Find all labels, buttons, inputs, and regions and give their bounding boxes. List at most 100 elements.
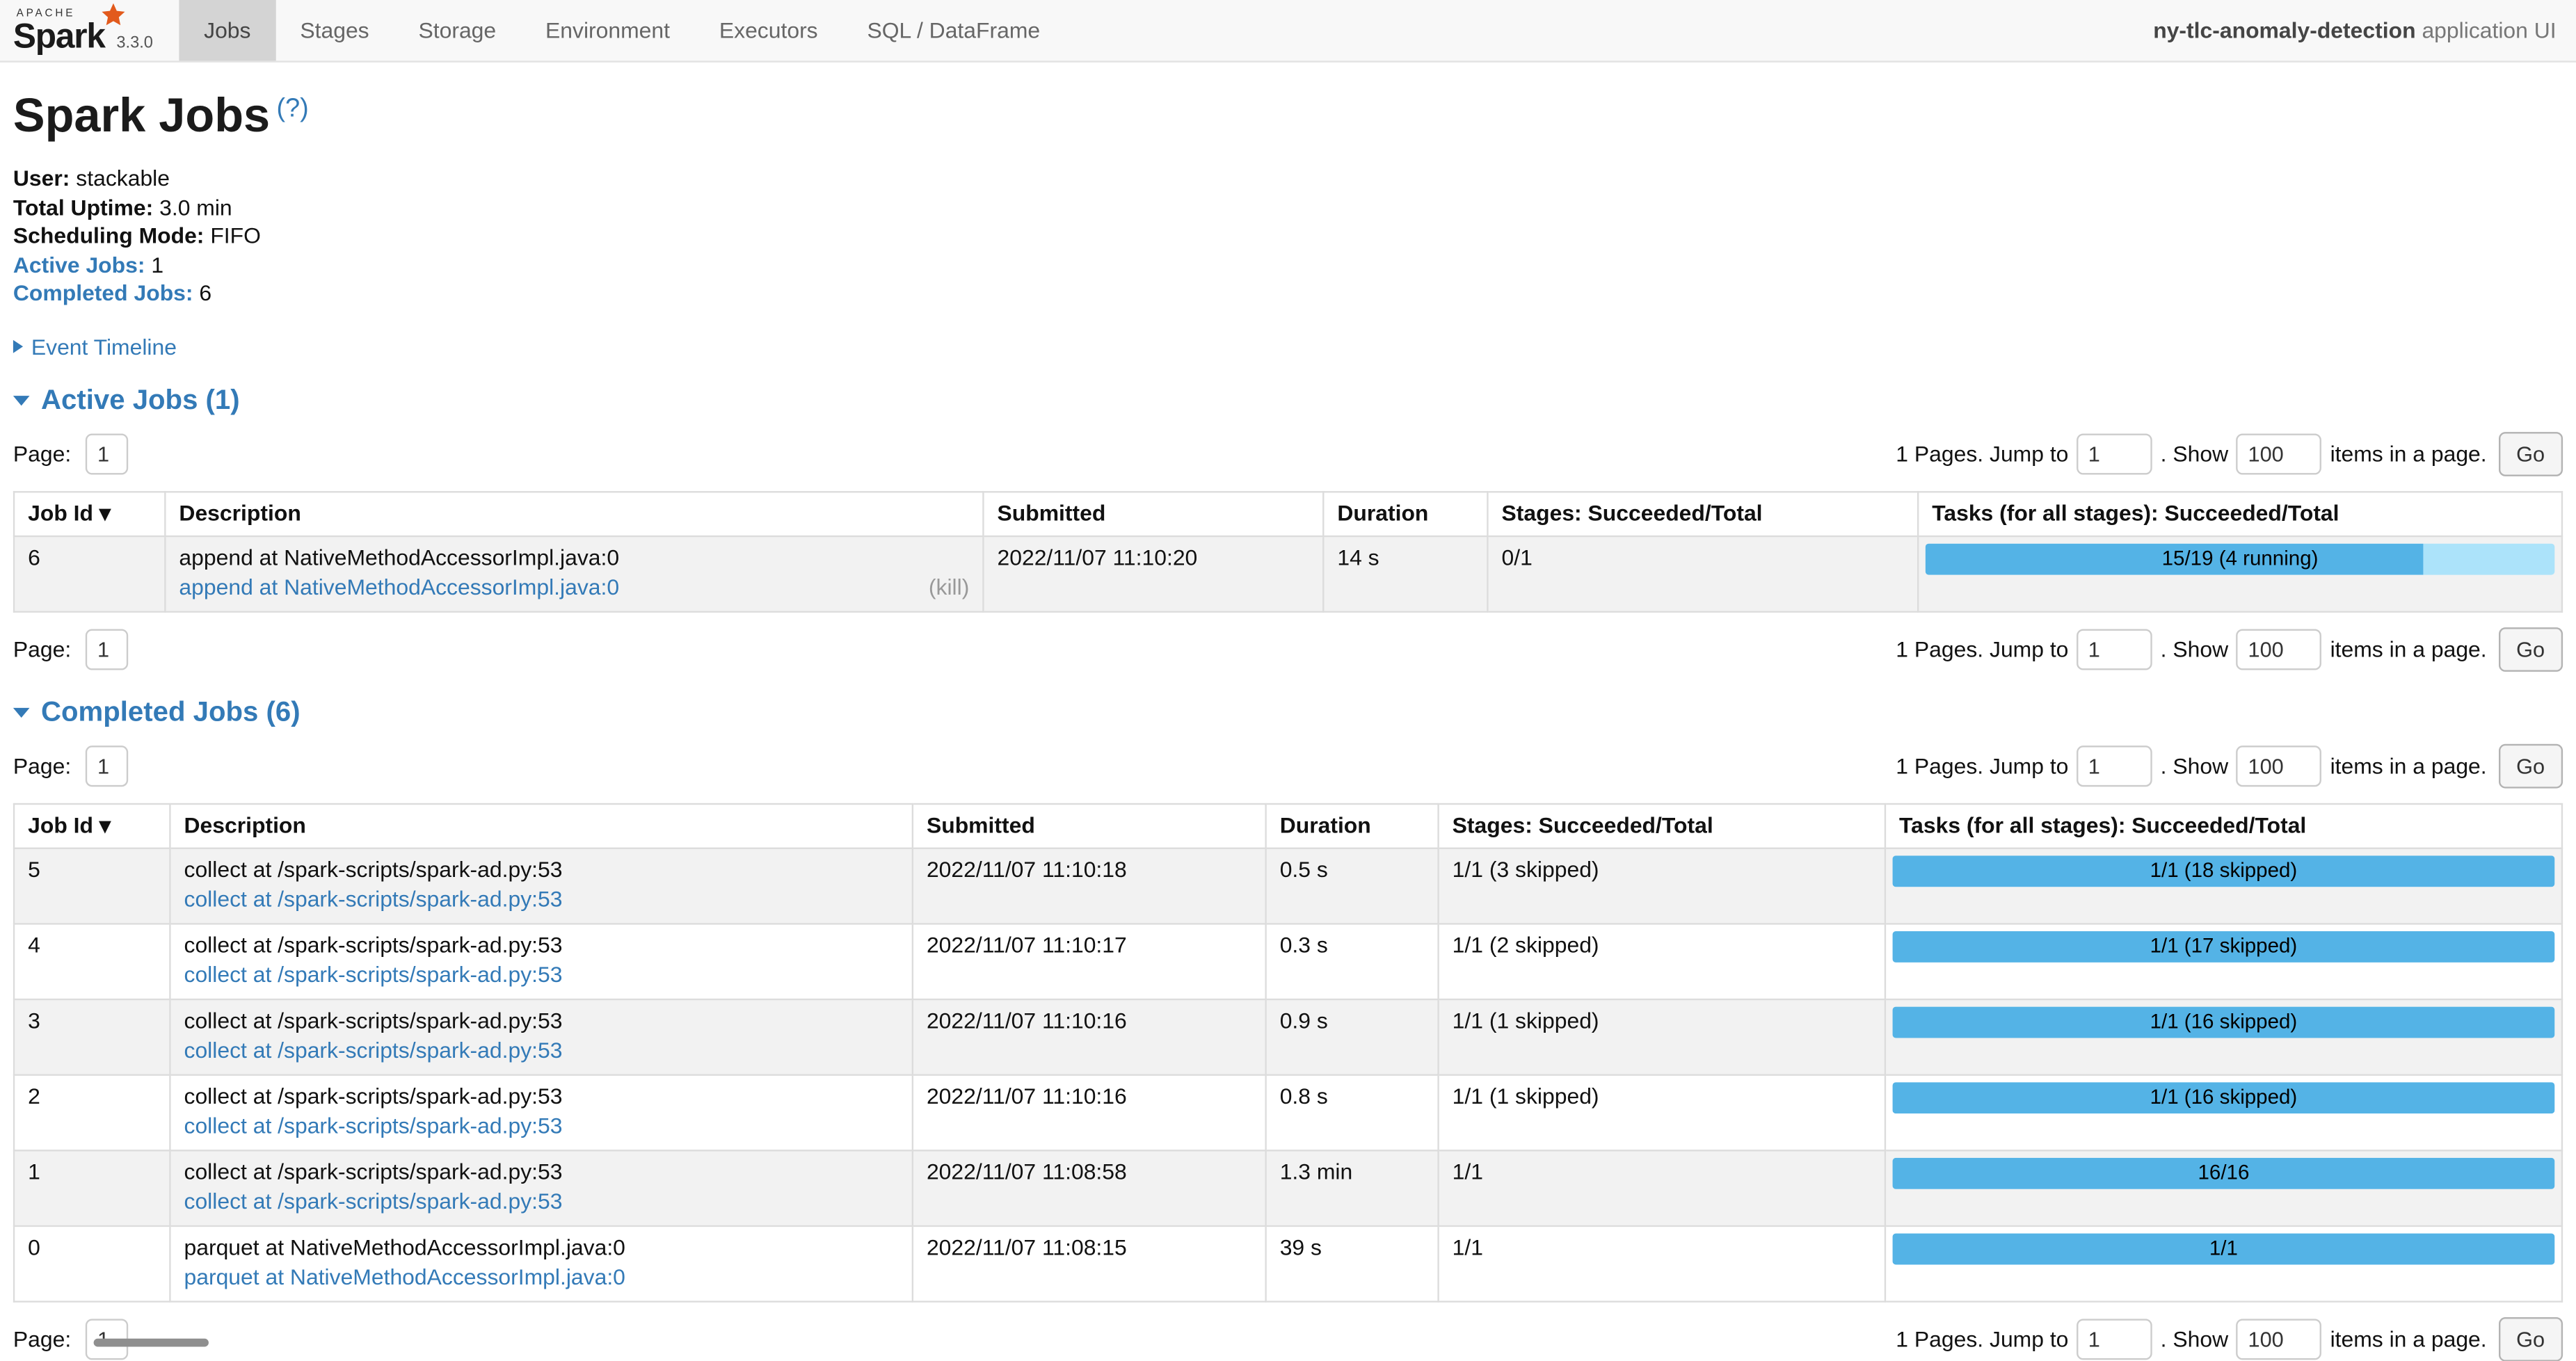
jump-to-page-input[interactable]: [2077, 433, 2152, 474]
pagination-bar: Page: 1 Pages. Jump to . Show items in a…: [13, 743, 2563, 788]
completed-jobs-heading[interactable]: Completed Jobs (6): [13, 695, 2563, 728]
completed-job-row: 1 collect at /spark-scripts/spark-ad.py:…: [14, 1150, 2562, 1225]
completed-jobs-table: Job Id ▾ Description Submitted Duration …: [13, 803, 2563, 1302]
description-cell: collect at /spark-scripts/spark-ad.py:53…: [170, 848, 912, 924]
items-per-page-input[interactable]: [2237, 1318, 2322, 1359]
kill-link[interactable]: (kill): [929, 575, 969, 602]
active-job-row: 6 append at NativeMethodAccessorImpl.jav…: [14, 535, 2562, 611]
col-submitted[interactable]: Submitted: [913, 803, 1266, 848]
active-jobs-link[interactable]: Active Jobs:: [13, 252, 145, 277]
job-id-cell: 6: [14, 535, 165, 611]
application-label: ny-tlc-anomaly-detection application UI: [2153, 18, 2576, 42]
stages-cell: 1/1 (1 skipped): [1439, 1074, 1885, 1150]
spark-logo[interactable]: APACHE Spark 3.3.0: [0, 0, 163, 61]
progress-label: 16/16: [1893, 1157, 2555, 1189]
jump-to-page-input[interactable]: [2077, 745, 2152, 786]
col-duration[interactable]: Duration: [1323, 491, 1487, 535]
items-text: items in a page.: [2330, 753, 2487, 778]
progress-label: 15/19 (4 running): [1926, 543, 2554, 574]
page-number-input[interactable]: [86, 433, 128, 474]
pages-count-text: 1 Pages. Jump to: [1896, 1326, 2068, 1351]
tab-environment[interactable]: Environment: [521, 0, 695, 61]
job-description: parquet at NativeMethodAccessorImpl.java…: [184, 1234, 899, 1262]
progress-label: 1/1 (18 skipped): [1893, 855, 2555, 886]
job-description-link[interactable]: parquet at NativeMethodAccessorImpl.java…: [184, 1264, 625, 1291]
col-job-id[interactable]: Job Id ▾: [14, 803, 170, 848]
tasks-cell: 16/16: [1885, 1150, 2562, 1225]
col-tasks[interactable]: Tasks (for all stages): Succeeded/Total: [1885, 803, 2562, 848]
page-label: Page:: [13, 753, 71, 778]
job-description-link[interactable]: collect at /spark-scripts/spark-ad.py:53: [184, 963, 563, 990]
active-jobs-count: 1: [151, 252, 163, 277]
job-id-cell: 4: [14, 923, 170, 999]
spark-wordmark: Spark: [13, 19, 105, 54]
job-description: collect at /spark-scripts/spark-ad.py:53: [184, 932, 899, 959]
col-job-id[interactable]: Job Id ▾: [14, 491, 165, 535]
job-description-row2: collect at /spark-scripts/spark-ad.py:53: [184, 887, 899, 914]
show-text: . Show: [2161, 753, 2228, 778]
summary-uptime: Total Uptime: 3.0 min: [13, 193, 2563, 221]
col-tasks[interactable]: Tasks (for all stages): Succeeded/Total: [1918, 491, 2562, 535]
tasks-cell: 1/1: [1885, 1225, 2562, 1301]
job-description: collect at /spark-scripts/spark-ad.py:53: [184, 1008, 899, 1035]
col-duration[interactable]: Duration: [1266, 803, 1439, 848]
tab-stages[interactable]: Stages: [275, 0, 394, 61]
duration-cell: 39 s: [1266, 1225, 1439, 1301]
duration-cell: 0.3 s: [1266, 923, 1439, 999]
summary-completed-jobs: Completed Jobs: 6: [13, 279, 2563, 307]
jump-to-page-input[interactable]: [2077, 628, 2152, 669]
job-description-link[interactable]: append at NativeMethodAccessorImpl.java:…: [179, 575, 619, 602]
go-button[interactable]: Go: [2498, 1316, 2563, 1361]
go-button[interactable]: Go: [2498, 743, 2563, 788]
col-description[interactable]: Description: [165, 491, 983, 535]
tab-executors[interactable]: Executors: [694, 0, 842, 61]
items-per-page-input[interactable]: [2237, 745, 2322, 786]
items-per-page-input[interactable]: [2237, 433, 2322, 474]
tab-jobs[interactable]: Jobs: [179, 0, 275, 61]
jump-to-page-input[interactable]: [2077, 1318, 2152, 1359]
tab-storage[interactable]: Storage: [394, 0, 521, 61]
progress-label: 1/1 (16 skipped): [1893, 1081, 2555, 1113]
job-description: append at NativeMethodAccessorImpl.java:…: [179, 545, 969, 572]
job-description-link[interactable]: collect at /spark-scripts/spark-ad.py:53: [184, 1038, 563, 1065]
items-per-page-input[interactable]: [2237, 628, 2322, 669]
job-description-row2: collect at /spark-scripts/spark-ad.py:53: [184, 963, 899, 990]
items-text: items in a page.: [2330, 1326, 2487, 1351]
page-number-input[interactable]: [86, 628, 128, 669]
completed-job-row: 5 collect at /spark-scripts/spark-ad.py:…: [14, 848, 2562, 924]
horizontal-scrollbar-thumb[interactable]: [94, 1339, 209, 1347]
go-button[interactable]: Go: [2498, 627, 2563, 671]
job-description-link[interactable]: collect at /spark-scripts/spark-ad.py:53: [184, 1189, 563, 1216]
tasks-progress-bar: 1/1 (18 skipped): [1893, 855, 2555, 886]
tab-sql-dataframe[interactable]: SQL / DataFrame: [842, 0, 1065, 61]
tasks-progress-bar: 1/1 (16 skipped): [1893, 1006, 2555, 1037]
show-text: . Show: [2161, 441, 2228, 465]
event-timeline-toggle[interactable]: Event Timeline: [13, 335, 2563, 359]
help-link[interactable]: (?): [277, 95, 309, 123]
stages-cell: 1/1 (3 skipped): [1439, 848, 1885, 924]
job-description-link[interactable]: collect at /spark-scripts/spark-ad.py:53: [184, 1113, 563, 1141]
go-button[interactable]: Go: [2498, 431, 2563, 476]
completed-jobs-link[interactable]: Completed Jobs:: [13, 281, 193, 305]
col-stages[interactable]: Stages: Succeeded/Total: [1487, 491, 1918, 535]
duration-cell: 0.5 s: [1266, 848, 1439, 924]
col-stages[interactable]: Stages: Succeeded/Total: [1439, 803, 1885, 848]
stages-cell: 1/1: [1439, 1225, 1885, 1301]
page-number-input[interactable]: [86, 745, 128, 786]
col-description[interactable]: Description: [170, 803, 912, 848]
job-description-link[interactable]: collect at /spark-scripts/spark-ad.py:53: [184, 887, 563, 914]
submitted-cell: 2022/11/07 11:10:17: [913, 923, 1266, 999]
tasks-progress-bar: 1/1 (17 skipped): [1893, 931, 2555, 962]
pagination-bar: Page: 1 Pages. Jump to . Show items in a…: [13, 431, 2563, 476]
job-id-cell: 3: [14, 999, 170, 1074]
spark-logo-mark: APACHE Spark: [13, 9, 105, 54]
col-submitted[interactable]: Submitted: [983, 491, 1323, 535]
page-title-text: Spark Jobs: [13, 90, 270, 143]
pages-count-text: 1 Pages. Jump to: [1896, 441, 2068, 465]
scheduling-mode-label: Scheduling Mode:: [13, 223, 205, 248]
job-id-cell: 0: [14, 1225, 170, 1301]
pagination-bar: Page: 1 Pages. Jump to . Show items in a…: [13, 1316, 2563, 1361]
active-jobs-heading[interactable]: Active Jobs (1): [13, 383, 2563, 416]
scheduling-mode-value: FIFO: [210, 223, 261, 248]
application-name: ny-tlc-anomaly-detection: [2153, 18, 2415, 42]
